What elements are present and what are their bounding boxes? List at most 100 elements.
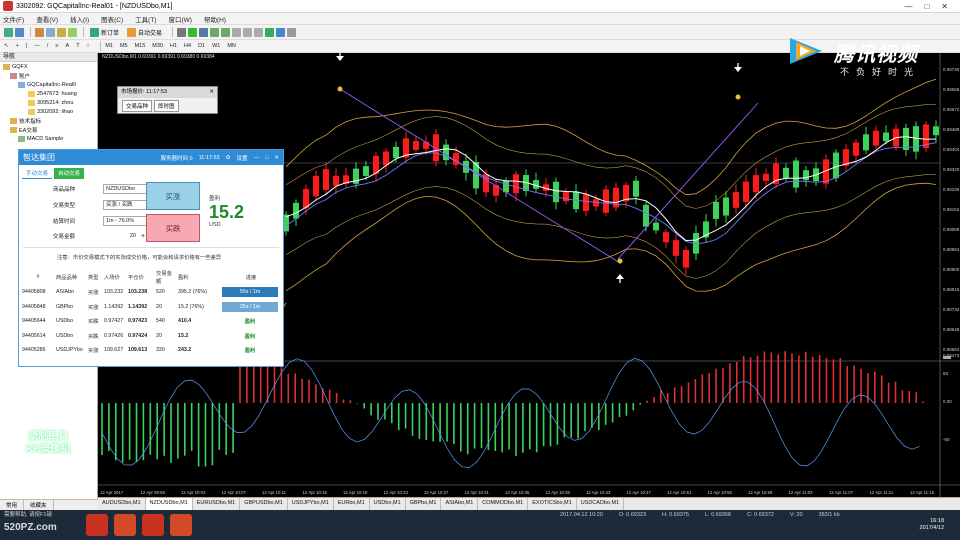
maximize-icon[interactable]: □ — [265, 155, 268, 161]
horizontal-line-icon[interactable]: — — [34, 43, 40, 49]
nav-account-1[interactable]: 2547673: huang — [0, 89, 97, 98]
chart-tab[interactable]: USDJPYbo,M1 — [288, 498, 334, 510]
templates-icon[interactable] — [287, 27, 297, 37]
increase-icon[interactable]: + — [141, 233, 145, 240]
tick-chart-tab[interactable]: 即时图 — [154, 100, 179, 112]
nav-account-3[interactable]: 3302092: lihao — [0, 107, 97, 116]
text-icon[interactable]: A — [66, 43, 70, 49]
amount-input[interactable]: 20 — [103, 233, 139, 239]
minimize-button[interactable]: — — [904, 2, 912, 11]
label-icon[interactable]: T — [76, 43, 79, 49]
tf-mn[interactable]: MN — [227, 43, 236, 49]
channel-icon[interactable]: ≡ — [55, 43, 58, 49]
tile-icon[interactable] — [232, 27, 242, 37]
app-taskbar-icon[interactable] — [114, 514, 136, 536]
tf-d1[interactable]: D1 — [198, 43, 205, 49]
vertical-line-icon[interactable]: | — [26, 43, 27, 49]
chart-tab[interactable]: COMMODbo,M1 — [478, 498, 529, 510]
chart-tab[interactable]: USDCADbo,M1 — [577, 498, 625, 510]
order-symbol: GBPbo — [56, 303, 74, 310]
tf-m30[interactable]: M30 — [152, 43, 163, 49]
table-row[interactable]: 94405614 USDbo 买跌 0.97426 0.97424 20 15.… — [21, 329, 281, 344]
candlestick-icon[interactable] — [188, 27, 198, 37]
auto-trade-button[interactable]: 自动交易 — [125, 27, 164, 38]
chart-tab[interactable]: ASIAbo,M1 — [441, 498, 479, 510]
chart-tab[interactable]: USDbo,M1 — [370, 498, 406, 510]
nav-experts[interactable]: EA交易 — [0, 125, 97, 134]
buy-down-button[interactable]: 买跌 — [146, 214, 200, 242]
chart-tab[interactable]: GBPbo,M1 — [406, 498, 442, 510]
nav-account-2[interactable]: 3095214: zhou — [0, 98, 97, 107]
settings-icon[interactable]: ⚙ — [226, 155, 231, 161]
app-taskbar-icon[interactable] — [86, 514, 108, 536]
zoom-in-icon[interactable] — [210, 27, 220, 37]
nav-root[interactable]: GQFX — [0, 62, 97, 71]
table-row[interactable]: 94405644 USDbo 买跌 0.97427 0.97423 540 41… — [21, 314, 281, 329]
crosshair-icon[interactable]: + — [16, 43, 19, 49]
buy-up-button[interactable]: 买涨 — [146, 182, 200, 210]
profiles-icon[interactable] — [15, 27, 24, 37]
menu-help[interactable]: 帮助(H) — [204, 14, 226, 24]
chart-tab[interactable]: EURbo,M1 — [334, 498, 370, 510]
trendline-icon[interactable]: / — [47, 43, 49, 49]
settings-label[interactable]: 设置 — [237, 154, 248, 162]
terminal-icon[interactable] — [68, 27, 77, 37]
chart-tab-active[interactable]: NZDUSDbo,M1 — [145, 498, 193, 510]
line-chart-icon[interactable] — [199, 27, 209, 37]
indicators-icon[interactable] — [265, 27, 275, 37]
tab-auto-trade[interactable]: 自动交易 — [54, 168, 85, 179]
price-label: 0.69152 — [943, 207, 960, 212]
new-chart-icon[interactable] — [4, 27, 13, 37]
price-label: 0.68816 — [943, 287, 960, 292]
menu-insert[interactable]: 插入(I) — [70, 14, 89, 24]
autoscroll-icon[interactable] — [243, 27, 253, 37]
cursor-icon[interactable]: ↖ — [4, 43, 9, 49]
chart-tab[interactable]: EURUSDbo,M1 — [193, 498, 241, 510]
nav-server[interactable]: GQCapitalInc-Real0 — [0, 80, 97, 89]
new-order-button[interactable]: 新订单 — [88, 27, 121, 38]
tab-common[interactable]: 常用 — [0, 500, 25, 510]
close-icon[interactable]: ✕ — [209, 87, 217, 98]
chart-tab[interactable]: GBPUSDbo,M1 — [240, 498, 288, 510]
tab-favorites[interactable]: 收藏夹 — [24, 500, 54, 510]
close-button[interactable]: ✕ — [941, 2, 948, 11]
zoom-out-icon[interactable] — [221, 27, 231, 37]
symbols-tab[interactable]: 交易品种 — [122, 100, 153, 112]
bar-chart-icon[interactable] — [177, 27, 187, 37]
navigator-icon[interactable] — [57, 27, 66, 37]
app-taskbar-icon[interactable] — [170, 514, 192, 536]
chart-tab[interactable]: EXOTICSbo,M1 — [528, 498, 577, 510]
tf-m5[interactable]: M5 — [120, 43, 128, 49]
periods-icon[interactable] — [276, 27, 286, 37]
table-row[interactable]: 94405286 USDJPYbo 买涨 109.627 109.613 320… — [21, 343, 281, 358]
market-watch-icon[interactable] — [35, 27, 44, 37]
minimize-icon[interactable]: — — [254, 155, 260, 161]
order-id: 94405808 — [22, 289, 46, 296]
maximize-button[interactable]: □ — [924, 2, 929, 11]
chart-tab[interactable]: AUDUSDbo,M1 — [98, 498, 146, 510]
table-row[interactable]: 94405808 ASIAbo 买涨 103.232 103.238 520 3… — [21, 285, 281, 300]
arrows-icon[interactable]: ↑ — [87, 43, 90, 49]
indicator-label: 0.00 — [943, 399, 952, 404]
nav-indicators[interactable]: 技术指标 — [0, 116, 97, 125]
tf-m1[interactable]: M1 — [105, 43, 113, 49]
menu-view[interactable]: 查看(V) — [36, 14, 58, 24]
menu-file[interactable]: 文件(F) — [3, 14, 24, 24]
tf-m15[interactable]: M15 — [135, 43, 146, 49]
nav-accounts[interactable]: 账户 — [0, 71, 97, 80]
menu-tools[interactable]: 工具(T) — [135, 14, 156, 24]
menu-chart[interactable]: 图表(C) — [101, 14, 123, 24]
tf-w1[interactable]: W1 — [212, 43, 220, 49]
tab-manual-trade[interactable]: 手动交易 — [22, 168, 53, 179]
nav-macd-sample[interactable]: MACD Sample — [0, 134, 97, 143]
data-window-icon[interactable] — [46, 27, 55, 37]
type-row: 交易类型 买涨 / 买跌 — [53, 200, 159, 210]
menu-window[interactable]: 窗口(W) — [168, 14, 191, 24]
tf-h4[interactable]: H4 — [184, 43, 191, 49]
app-taskbar-icon[interactable] — [142, 514, 164, 536]
chart-shift-icon[interactable] — [254, 27, 264, 37]
close-icon[interactable]: ✕ — [274, 155, 279, 161]
time-label: 12 Apr 10:43 — [586, 490, 611, 495]
tf-h1[interactable]: H1 — [170, 43, 177, 49]
table-row[interactable]: 94405848 GBPbo 买涨 1.14392 1.14392 20 15.… — [21, 300, 281, 315]
